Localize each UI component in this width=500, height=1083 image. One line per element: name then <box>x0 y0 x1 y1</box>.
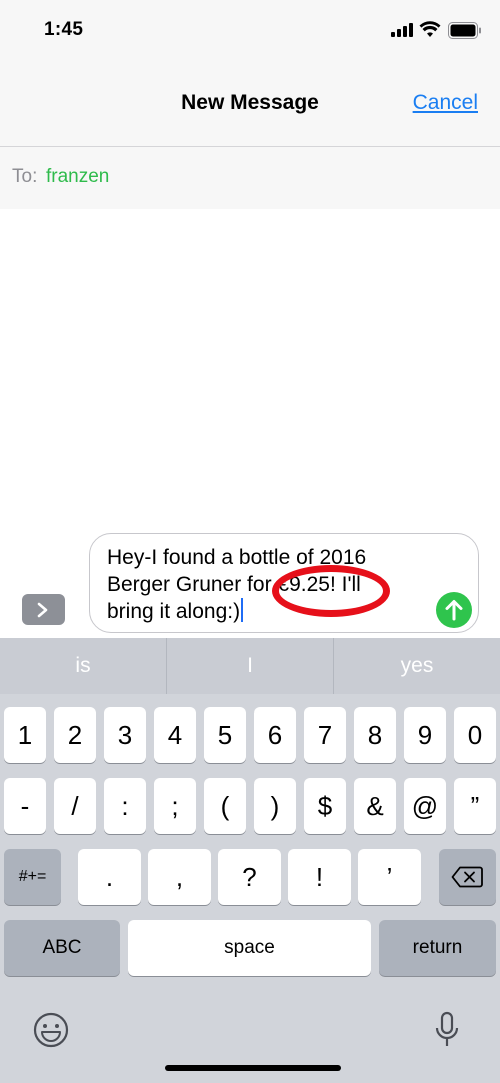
key-dollar[interactable]: $ <box>304 778 346 834</box>
key-hyphen[interactable]: - <box>4 778 46 834</box>
signal-icon <box>391 23 413 37</box>
suggestion-1[interactable]: is <box>0 638 166 694</box>
conversation-area <box>0 209 500 529</box>
key-8[interactable]: 8 <box>354 707 396 763</box>
backspace-key[interactable] <box>439 849 496 905</box>
text-cursor <box>241 598 244 622</box>
send-button[interactable] <box>436 592 472 628</box>
message-line: bring it along:) <box>107 600 241 623</box>
cancel-button[interactable]: Cancel <box>413 91 478 115</box>
recipient-name[interactable]: franzen <box>46 166 109 188</box>
keyboard: is I yes 1 2 3 4 5 6 7 8 9 0 - / : ; ( )… <box>0 638 500 1083</box>
status-time: 1:45 <box>44 19 84 40</box>
nav-bar: New Message Cancel <box>0 62 500 146</box>
key-3[interactable]: 3 <box>104 707 146 763</box>
symbols-mode-key[interactable]: #+= <box>4 849 61 905</box>
key-quote[interactable]: ” <box>454 778 496 834</box>
key-colon[interactable]: : <box>104 778 146 834</box>
home-indicator <box>165 1065 341 1071</box>
suggestion-bar: is I yes <box>0 638 500 694</box>
key-7[interactable]: 7 <box>304 707 346 763</box>
key-4[interactable]: 4 <box>154 707 196 763</box>
to-label: To: <box>12 166 38 187</box>
suggestion-3[interactable]: yes <box>334 638 500 694</box>
emoji-icon[interactable] <box>32 1011 70 1049</box>
recipient-row[interactable]: To: franzen <box>0 147 500 209</box>
suggestion-2[interactable]: I <box>167 638 333 694</box>
apps-expand-button[interactable] <box>22 594 65 625</box>
key-6[interactable]: 6 <box>254 707 296 763</box>
key-comma[interactable]: , <box>148 849 211 905</box>
key-open-paren[interactable]: ( <box>204 778 246 834</box>
chevron-right-icon <box>37 602 48 618</box>
key-period[interactable]: . <box>78 849 141 905</box>
microphone-icon[interactable] <box>434 1011 460 1049</box>
send-arrow-icon <box>445 600 463 621</box>
status-bar: 1:45 <box>0 0 500 62</box>
message-input[interactable]: Hey-I found a bottle of 2016 Berger Grun… <box>89 533 479 633</box>
key-1[interactable]: 1 <box>4 707 46 763</box>
key-ampersand[interactable]: & <box>354 778 396 834</box>
return-key[interactable]: return <box>379 920 496 976</box>
key-slash[interactable]: / <box>54 778 96 834</box>
abc-key[interactable]: ABC <box>4 920 120 976</box>
key-5[interactable]: 5 <box>204 707 246 763</box>
key-at[interactable]: @ <box>404 778 446 834</box>
key-2[interactable]: 2 <box>54 707 96 763</box>
key-question[interactable]: ? <box>218 849 281 905</box>
battery-icon <box>448 22 481 39</box>
message-line: Berger Gruner for €9.25! I'll <box>107 573 361 596</box>
key-9[interactable]: 9 <box>404 707 446 763</box>
key-exclamation[interactable]: ! <box>288 849 351 905</box>
key-0[interactable]: 0 <box>454 707 496 763</box>
key-apostrophe[interactable]: ’ <box>358 849 421 905</box>
message-text[interactable]: Hey-I found a bottle of 2016 Berger Grun… <box>107 544 437 625</box>
key-close-paren[interactable]: ) <box>254 778 296 834</box>
wifi-icon <box>419 21 441 37</box>
message-line: Hey-I found a bottle of 2016 <box>107 546 367 569</box>
key-semicolon[interactable]: ; <box>154 778 196 834</box>
backspace-icon <box>451 866 483 888</box>
space-key[interactable]: space <box>128 920 371 976</box>
